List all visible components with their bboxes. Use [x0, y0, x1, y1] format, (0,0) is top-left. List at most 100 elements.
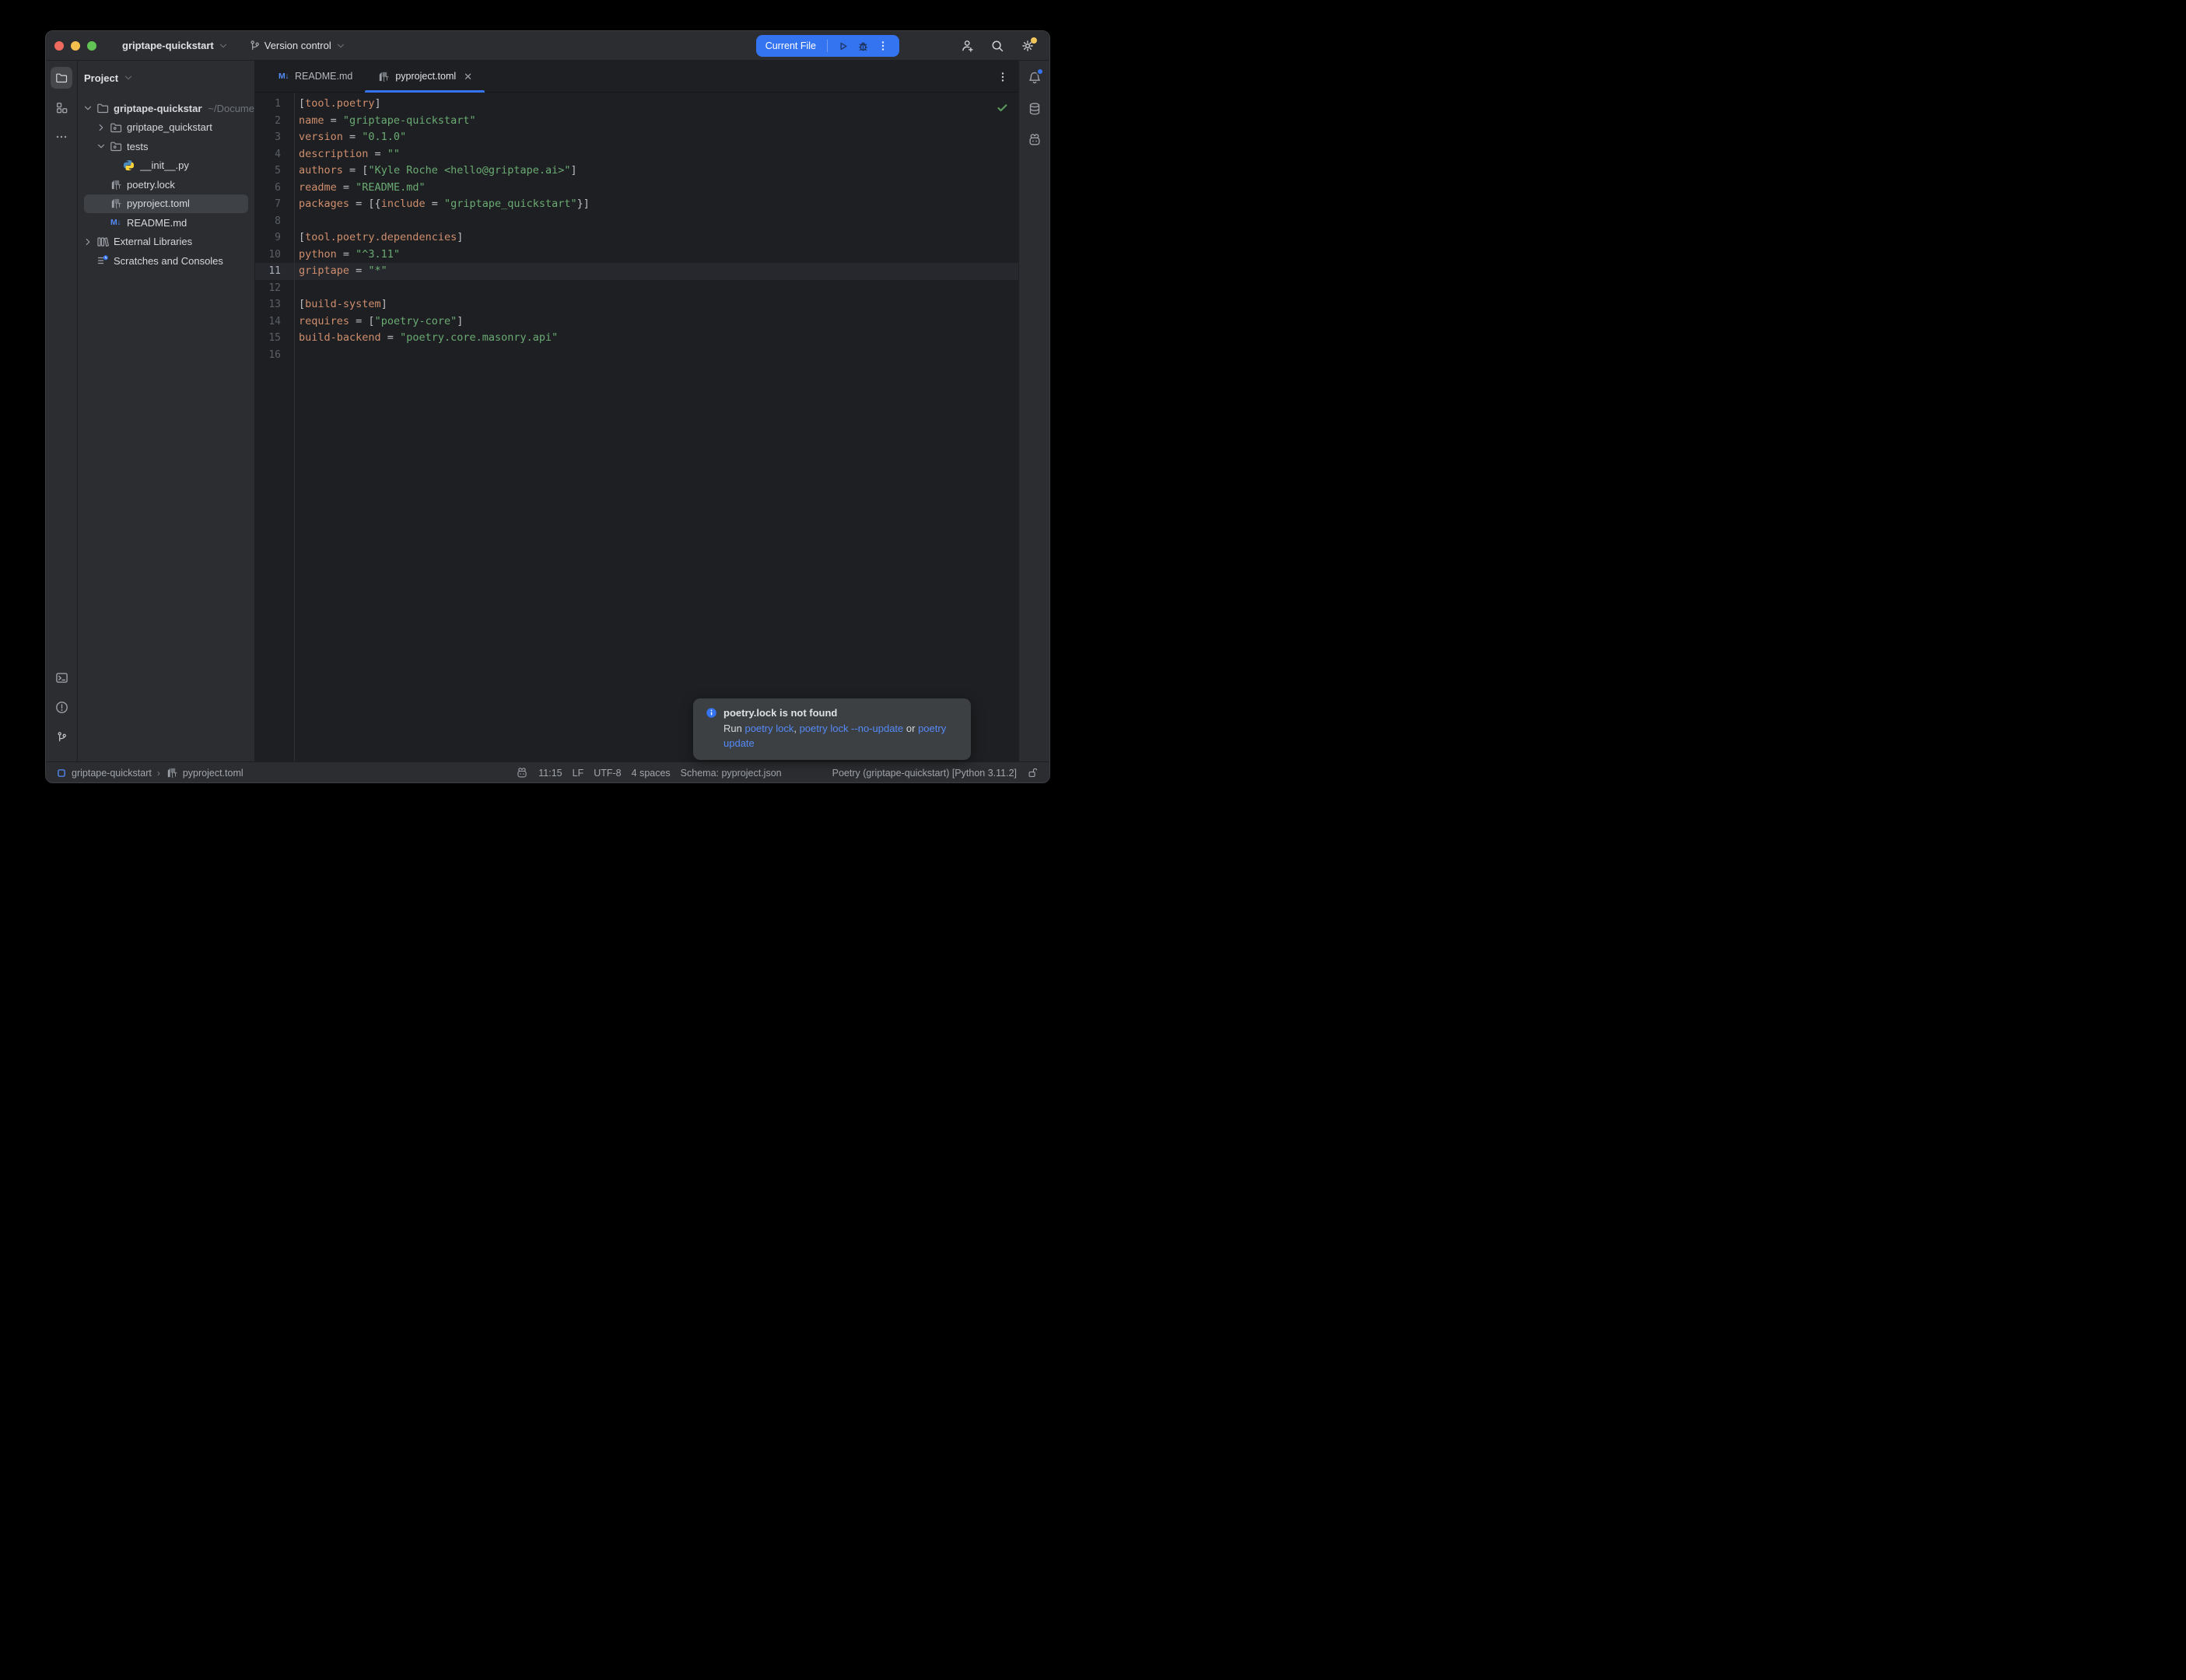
- line-number[interactable]: 10: [255, 247, 294, 264]
- close-tab-icon[interactable]: ✕: [464, 72, 472, 82]
- tab-options-kebab-icon[interactable]: [997, 61, 1009, 93]
- svg-text:[T]: [T]: [115, 184, 121, 190]
- chevron-down-icon[interactable]: [82, 102, 94, 114]
- code-line-12[interactable]: [295, 280, 1018, 297]
- tree-item-label: poetry.lock: [127, 179, 175, 191]
- line-number[interactable]: 14: [255, 313, 294, 331]
- tool-stripe-more-tool-windows-button[interactable]: [51, 126, 72, 148]
- status-item-indent[interactable]: 4 spaces: [632, 768, 671, 779]
- line-number[interactable]: 11: [255, 263, 294, 280]
- status-bar: griptape-quickstart › [T] pyproject.toml…: [46, 761, 1049, 783]
- status-item-cursor-position[interactable]: 11:15: [538, 768, 562, 779]
- code-line-4[interactable]: description = "": [295, 146, 1018, 163]
- tree-row-tests[interactable]: tests: [78, 137, 254, 156]
- line-number[interactable]: 8: [255, 213, 294, 230]
- status-item-schema[interactable]: Schema: pyproject.json: [681, 768, 782, 779]
- code-line-13[interactable]: [build-system]: [295, 296, 1018, 313]
- problems-icon: [55, 701, 68, 714]
- code-token: readme: [299, 181, 337, 194]
- breadcrumb-file[interactable]: pyproject.toml: [183, 768, 243, 779]
- code-line-6[interactable]: readme = "README.md": [295, 180, 1018, 197]
- status-item-interpreter[interactable]: Poetry (griptape-quickstart) [Python 3.1…: [832, 768, 1017, 779]
- code-line-16[interactable]: [295, 347, 1018, 364]
- tree-row-external-libraries[interactable]: External Libraries: [78, 233, 254, 252]
- settings-button[interactable]: [1015, 35, 1040, 57]
- line-number[interactable]: 1: [255, 96, 294, 113]
- tool-stripe-notifications-button[interactable]: [1024, 67, 1046, 89]
- project-widget-label: griptape-quickstart: [122, 40, 214, 51]
- add-user-button[interactable]: [955, 35, 979, 57]
- line-number[interactable]: 2: [255, 113, 294, 130]
- status-item-encoding[interactable]: UTF-8: [594, 768, 621, 779]
- inspections-ok-check-icon[interactable]: [997, 102, 1008, 114]
- unlocked-icon[interactable]: [1027, 767, 1039, 779]
- tree-row-griptape-quickstart[interactable]: griptape_quickstart: [78, 118, 254, 138]
- tool-stripe-project-button[interactable]: [51, 67, 72, 89]
- code-line-7[interactable]: packages = [{include = "griptape_quickst…: [295, 196, 1018, 213]
- ai-assistant-status-icon[interactable]: [516, 767, 528, 779]
- minimize-window-button[interactable]: [71, 41, 80, 51]
- tree-row-pyproject-toml[interactable]: [T]pyproject.toml: [84, 194, 248, 214]
- code-line-15[interactable]: build-backend = "poetry.core.masonry.api…: [295, 330, 1018, 347]
- zoom-window-button[interactable]: [87, 41, 96, 51]
- debug-button[interactable]: [853, 36, 873, 56]
- code-token: griptape: [299, 264, 349, 277]
- vcs-widget[interactable]: Version control: [244, 37, 351, 54]
- code-line-3[interactable]: version = "0.1.0": [295, 129, 1018, 146]
- line-number[interactable]: 5: [255, 163, 294, 180]
- code-line-11[interactable]: griptape = "*": [295, 263, 1018, 280]
- editor-gutter[interactable]: 12345678910111213141516: [255, 93, 294, 761]
- line-number[interactable]: 4: [255, 146, 294, 163]
- tab-readme[interactable]: M↓ README.md: [266, 61, 365, 92]
- tab-pyproject[interactable]: [T] pyproject.toml ✕: [365, 61, 485, 92]
- tool-stripe-problems-button[interactable]: [51, 696, 72, 718]
- chevron-right-icon[interactable]: [95, 121, 107, 134]
- notification-action-link[interactable]: poetry lock: [744, 723, 793, 734]
- tree-row-griptape-quickstart[interactable]: griptape-quickstart~/Docume: [78, 99, 254, 118]
- tree-row-readme-md[interactable]: M↓README.md: [78, 213, 254, 233]
- run-button[interactable]: [832, 36, 853, 56]
- tree-row--init-py[interactable]: __init__.py: [78, 156, 254, 176]
- tool-stripe-structure-button[interactable]: [51, 96, 72, 118]
- code-line-8[interactable]: [295, 213, 1018, 230]
- line-number[interactable]: 15: [255, 330, 294, 347]
- tool-stripe-version-control-button[interactable]: [51, 726, 72, 747]
- line-number[interactable]: 7: [255, 196, 294, 213]
- chevron-right-icon[interactable]: [82, 236, 94, 248]
- tree-item-label: README.md: [127, 217, 187, 229]
- line-number[interactable]: 6: [255, 180, 294, 197]
- tool-stripe-ai-assistant-button[interactable]: [1024, 129, 1046, 151]
- code-token: description: [299, 148, 368, 160]
- tool-stripe-database-button[interactable]: [1024, 98, 1046, 120]
- notification-action-link[interactable]: poetry lock --no-update: [800, 723, 904, 734]
- code-line-1[interactable]: [tool.poetry]: [295, 96, 1018, 113]
- project-panel-header[interactable]: Project: [78, 68, 254, 87]
- search-everywhere-button[interactable]: [985, 35, 1010, 57]
- tab-label: README.md: [295, 71, 352, 82]
- line-number[interactable]: 9: [255, 229, 294, 247]
- run-configuration-selector[interactable]: Current File: [765, 40, 827, 51]
- code-line-5[interactable]: authors = ["Kyle Roche <hello@griptape.a…: [295, 163, 1018, 180]
- tree-row-poetry-lock[interactable]: [T] poetry.lock: [78, 175, 254, 194]
- tool-stripe-terminal-button[interactable]: [51, 667, 72, 688]
- code-line-14[interactable]: requires = ["poetry-core"]: [295, 313, 1018, 331]
- code-line-10[interactable]: python = "^3.11": [295, 247, 1018, 264]
- code-area[interactable]: [tool.poetry]name = "griptape-quickstart…: [294, 93, 1018, 761]
- close-window-button[interactable]: [54, 41, 64, 51]
- line-number[interactable]: 3: [255, 129, 294, 146]
- project-widget[interactable]: griptape-quickstart: [117, 37, 233, 54]
- code-line-9[interactable]: [tool.poetry.dependencies]: [295, 229, 1018, 247]
- line-number[interactable]: 13: [255, 296, 294, 313]
- code-editor[interactable]: 12345678910111213141516 [tool.poetry]nam…: [255, 93, 1018, 761]
- window-controls: [54, 41, 96, 51]
- breadcrumb-project[interactable]: griptape-quickstart: [72, 768, 152, 779]
- code-line-2[interactable]: name = "griptape-quickstart": [295, 113, 1018, 130]
- code-token: }]: [577, 198, 590, 210]
- chevron-down-icon[interactable]: [95, 140, 107, 152]
- more-run-options-button[interactable]: [873, 36, 893, 56]
- line-number[interactable]: 16: [255, 347, 294, 364]
- status-item-line-separator[interactable]: LF: [573, 768, 584, 779]
- line-number[interactable]: 12: [255, 280, 294, 297]
- tree-row-scratches-and-consoles[interactable]: Scratches and Consoles: [78, 251, 254, 271]
- module-icon: [57, 768, 66, 778]
